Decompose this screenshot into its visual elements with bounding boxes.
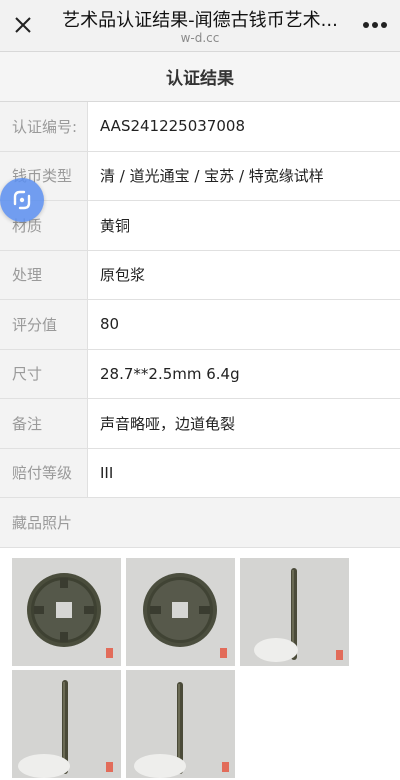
coin-photo-reverse[interactable] [126,558,235,666]
row-value: 声音略哑，边道龟裂 [100,414,236,433]
coin-photo-obverse[interactable] [12,558,121,666]
row-material: 材质 黄铜 [0,201,400,251]
info-table: 认证编号: AAS241225037008 钱币类型 清 / 道光通宝 / 宝苏… [0,102,400,498]
close-button[interactable] [8,10,38,40]
coin-photo-edge-2[interactable] [12,670,121,778]
close-icon [15,17,31,33]
title-bar: 艺术品认证结果-闻德古钱币艺术... w-d.cc [0,0,400,52]
row-coin-type: 钱币类型 清 / 道光通宝 / 宝苏 / 特宽缘试样 [0,151,400,201]
row-score: 评分值 80 [0,300,400,350]
row-value: 80 [100,315,120,334]
row-label: 评分值 [0,300,88,349]
coin-photo-edge-3[interactable] [126,670,235,778]
row-size: 尺寸 28.7**2.5mm 6.4g [0,349,400,399]
row-label: 处理 [0,250,88,299]
coin-photo-edge-1[interactable] [240,558,349,666]
row-value: 28.7**2.5mm 6.4g [100,364,240,383]
row-remarks: 备注 声音略哑，边道龟裂 [0,399,400,449]
row-value: III [100,463,114,482]
float-action-icon [13,190,31,210]
row-label: 赔付等级 [0,448,88,497]
photos-label: 藏品照片 [0,498,400,548]
row-value: 原包浆 [100,266,146,285]
row-value: 黄铜 [100,216,131,235]
float-action-button[interactable] [0,178,44,222]
row-label: 备注 [0,399,88,448]
page-title: 艺术品认证结果-闻德古钱币艺术... [62,10,338,31]
page-url: w-d.cc [180,31,220,45]
row-label: 尺寸 [0,349,88,398]
row-value: 清 / 道光通宝 / 宝苏 / 特宽缘试样 [100,167,324,186]
more-button[interactable] [358,10,392,40]
row-compensation-grade: 赔付等级 III [0,448,400,498]
section-title: 认证结果 [0,52,400,102]
row-cert-number: 认证编号: AAS241225037008 [0,102,400,152]
row-label: 认证编号: [0,102,88,151]
row-value: AAS241225037008 [100,117,245,136]
row-treatment: 处理 原包浆 [0,250,400,300]
more-icon [363,22,387,28]
